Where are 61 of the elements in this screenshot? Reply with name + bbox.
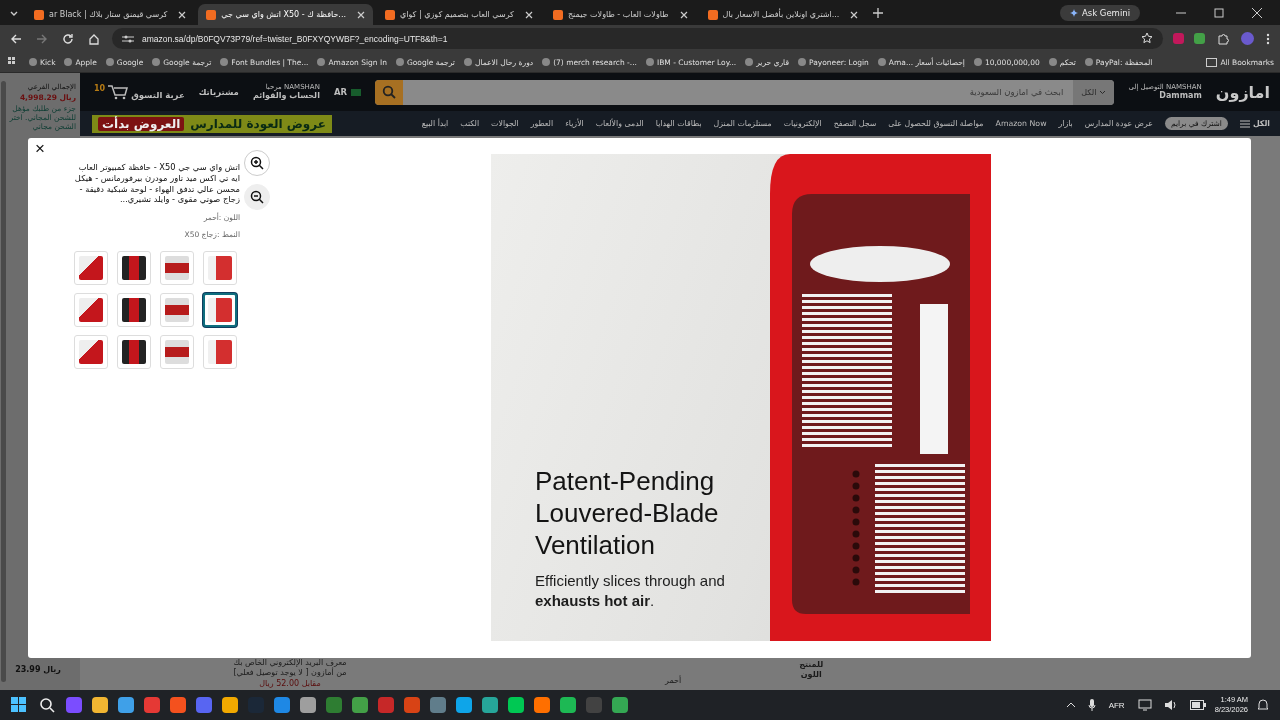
orders-link[interactable]: مشترياتك [198,87,239,97]
taskbar-app-icon[interactable] [92,697,108,713]
close-icon[interactable] [357,10,365,19]
browser-tab[interactable]: كرسي العاب بتصميم كوزي | كواي [377,4,541,25]
taskbar-app-icon[interactable] [196,697,212,713]
image-headline: Patent-Pending Louvered-Blade Ventilation [535,465,720,561]
zoom-out-icon [250,190,264,204]
image-thumbnail[interactable] [203,293,237,328]
taskbar-app-icon[interactable] [482,697,498,713]
color-label: اللون [799,670,823,681]
taskbar-app-icon[interactable] [534,697,550,713]
taskbar-app-icon[interactable] [300,697,316,713]
taskbar-app-icon[interactable] [612,697,628,713]
browser-tab[interactable]: اتش واي سي جي X50 - حافظة ك... [198,4,373,25]
ask-gemini-button[interactable]: Ask Gemini [1059,4,1140,21]
taskbar-app-icon[interactable] [66,697,82,713]
store-logo[interactable]: امازون [1215,82,1270,102]
site-settings-icon[interactable] [122,33,134,44]
email-note: معرف البريد الإلكتروني الخاص بك من أمازون [ لا يوجد توصيل فعلي] مقابل 52.00 ريال [232,658,348,690]
taskbar-app-icon[interactable] [430,697,446,713]
taskbar-app-icon[interactable] [560,697,576,713]
sparkle-icon [1069,8,1078,17]
color-value: أحمر [665,676,682,687]
language-selector[interactable]: AR [333,87,361,97]
taskbar-app-icon[interactable] [170,697,186,713]
favicon-icon [385,9,395,20]
scrollbar[interactable] [1,81,6,682]
address-bar[interactable]: amazon.sa/dp/B0FQV73P79/ref=twister_B0FXYQYWBF?_encoding=UTF8&th=1 [112,28,1163,49]
favicon-icon [552,9,563,20]
product-title: اتش واي سي جي X50 - حافظة كمبيوتر العاب ايه تي اكس ميد تاور مودرن بيرفورمانس - هيكل محسن عالي تدفق الهواء - لوحة شبكية دقيقة - زجاج صوتي مقوى - وايلد تشيري... [74,162,240,206]
taskbar-app-icon[interactable] [352,697,368,713]
extension-icon[interactable] [1194,33,1205,44]
favicon-icon [34,9,44,20]
zoom-in-button[interactable] [244,150,270,176]
browser-tab[interactable]: ar Black | كرسي قيمنق ستار بلاك [26,4,195,25]
menu-icon [1239,119,1250,128]
close-icon[interactable] [850,10,859,19]
zoom-out-button[interactable] [244,184,270,210]
taskbar-app-icon[interactable] [404,697,420,713]
close-button[interactable]: × [33,140,47,158]
item-price: 23.99 ريال [15,665,61,676]
product-label: للمنتج [798,660,825,671]
zoom-in-icon [250,156,264,170]
browser-tab[interactable]: طاولات العاب - طاولات جيمنج [544,4,696,25]
close-icon[interactable] [679,10,688,19]
language-indicator[interactable]: AFR [1104,700,1129,710]
browser-tab[interactable]: اشتري اونلاين بأفضل الاسعار بال... [699,4,867,25]
caret-icon [1099,89,1107,95]
promo-banner[interactable]: العروض بدأت عروض العودة للمدارس [92,114,332,133]
taskbar-app-icon[interactable] [456,697,472,713]
taskbar-app-icon[interactable] [144,697,160,713]
favicon-icon [206,9,217,20]
cart-icon [107,84,130,100]
close-icon[interactable] [524,10,533,19]
taskbar-app-icon[interactable] [508,697,524,713]
image-caption: Efficiently slices through and exhausts hot air. [535,571,726,611]
taskbar-app-icon[interactable] [274,697,290,713]
close-icon[interactable] [178,10,187,19]
taskbar-app-icon[interactable] [222,697,238,713]
favicon-icon [707,9,718,20]
taskbar-app-icon[interactable] [118,697,134,713]
